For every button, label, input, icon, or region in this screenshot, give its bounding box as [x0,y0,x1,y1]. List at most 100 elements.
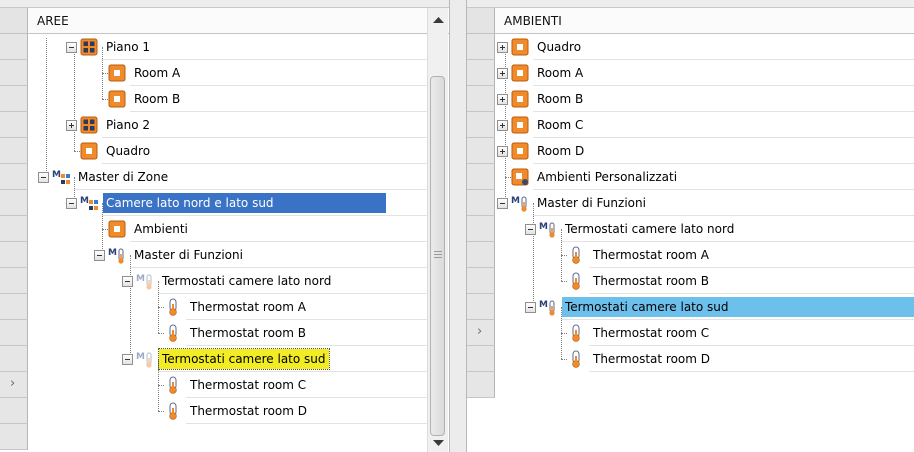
tree-node-thermostat-room-c[interactable]: Thermostat room C [150,372,309,398]
tree-row[interactable]: Ambienti [0,216,427,242]
tree-row[interactable]: Thermostat room A [467,242,914,268]
tree-node-thermostat-room-c[interactable]: Thermostat room C [553,320,712,346]
tree-node-label[interactable]: Piano 2 [103,115,153,135]
tree-node-ambienti-personalizzati[interactable]: Ambienti Personalizzati [497,164,680,190]
tree-node-quadro[interactable]: Quadro [66,138,153,164]
tree-row[interactable]: Room B [0,86,427,112]
collapse-minus-icon[interactable] [66,197,77,209]
tree-node-label[interactable]: Thermostat room D [590,349,713,369]
scroll-up-arrow-icon[interactable] [428,12,449,30]
tree-node-label[interactable]: Quadro [103,141,153,161]
tree-row[interactable]: M Master di Funzioni [467,190,914,216]
tree-node-thermostat-room-d[interactable]: Thermostat room D [553,346,713,372]
tree-node-label[interactable]: Thermostat room A [187,297,309,317]
vertical-scrollbar[interactable] [427,8,448,452]
tree-node-label[interactable]: Thermostat room B [590,271,712,291]
tree-node-room-a[interactable]: Room A [497,60,586,86]
tree-node-thermostat-room-b[interactable]: Thermostat room B [150,320,309,346]
tree-node-label[interactable]: Master di Funzioni [534,193,649,213]
tree-row[interactable]: M Termostati camere lato nord [0,268,427,294]
tree-node-room-b[interactable]: Room B [497,86,586,112]
scroll-down-arrow-icon[interactable] [428,434,449,452]
tree-row[interactable]: Thermostat room D [467,346,914,372]
tree-node-label[interactable]: Termostati camere lato sud [562,297,914,317]
tree-node-room-a[interactable]: Room A [94,60,183,86]
collapse-minus-icon[interactable] [94,249,105,261]
tree-row[interactable]: M Termostati camere lato sud [0,346,427,372]
tree-node-termostati-camere-lato-nord[interactable]: M Termostati camere lato nord [122,268,334,294]
tree-node-label[interactable]: Room C [534,115,586,135]
tree-node-master-di-funzioni[interactable]: M Master di Funzioni [94,242,246,268]
tree-row[interactable]: Thermostat room B [0,320,427,346]
ambienti-column-header[interactable]: AMBIENTI [467,8,914,34]
tree-row[interactable]: M Master di Zone [0,164,427,190]
tree-node-thermostat-room-b[interactable]: Thermostat room B [553,268,712,294]
tree-node-label[interactable]: Ambienti Personalizzati [534,167,680,187]
tree-row[interactable]: Room C [467,112,914,138]
tree-node-label[interactable]: Room B [534,89,586,109]
tree-node-label[interactable]: Master di Zone [75,167,171,187]
tree-row[interactable]: Piano 1 [0,34,427,60]
collapse-minus-icon[interactable] [525,301,536,313]
collapse-minus-icon[interactable] [525,223,536,235]
tree-node-label[interactable]: Room A [131,63,183,83]
collapse-minus-icon[interactable] [497,197,508,209]
tree-row[interactable]: M Termostati camere lato nord [467,216,914,242]
tree-node-label[interactable]: Termostati camere lato sud [158,348,330,370]
scrollbar-thumb[interactable] [430,76,445,436]
tree-node-label[interactable]: Camere lato nord e lato sud [103,193,386,213]
tree-row[interactable]: Thermostat room C [0,372,427,398]
tree-row[interactable]: Quadro [0,138,427,164]
expand-plus-icon[interactable] [497,145,508,157]
expand-plus-icon[interactable] [497,119,508,131]
tree-node-master-di-funzioni[interactable]: M Master di Funzioni [497,190,649,216]
tree-node-label[interactable]: Thermostat room C [590,323,712,343]
tree-node-label[interactable]: Ambienti [131,219,191,239]
tree-row[interactable]: Piano 2 [0,112,427,138]
tree-row[interactable]: Thermostat room A [0,294,427,320]
tree-node-room-c[interactable]: Room C [497,112,586,138]
tree-row[interactable]: Room B [467,86,914,112]
tree-node-thermostat-room-a[interactable]: Thermostat room A [553,242,712,268]
tree-node-label[interactable]: Termostati camere lato nord [159,271,334,291]
tree-row[interactable]: Thermostat room B [467,268,914,294]
tree-node-label[interactable]: Thermostat room B [187,323,309,343]
tree-node-camere-lato-nord-e-lato-sud[interactable]: M Camere lato nord e lato sud [66,190,386,216]
row-selector-cell[interactable] [467,372,495,398]
tree-row[interactable]: Ambienti Personalizzati [467,164,914,190]
tree-node-thermostat-room-d[interactable]: Thermostat room D [150,398,310,424]
collapse-minus-icon[interactable] [38,171,49,183]
expand-plus-icon[interactable] [497,41,508,53]
tree-node-label[interactable]: Master di Funzioni [131,245,246,265]
tree-node-label[interactable]: Thermostat room C [187,375,309,395]
tree-node-label[interactable]: Thermostat room A [590,245,712,265]
tree-node-thermostat-room-a[interactable]: Thermostat room A [150,294,309,320]
tree-node-ambienti[interactable]: Ambienti [94,216,191,242]
tree-node-label[interactable]: Room B [131,89,183,109]
tree-node-room-d[interactable]: Room D [497,138,587,164]
tree-row[interactable]: Room A [467,60,914,86]
tree-row[interactable]: M Camere lato nord e lato sud [0,190,427,216]
tree-row[interactable]: Room A [0,60,427,86]
header-select-cell[interactable] [0,8,28,33]
aree-column-header[interactable]: AREE [0,8,449,34]
tree-node-label[interactable]: Room D [534,141,587,161]
tree-node-termostati-camere-lato-sud[interactable]: M Termostati camere lato sud [122,346,330,372]
tree-row[interactable]: Quadro [467,34,914,60]
tree-node-piano-2[interactable]: Piano 2 [66,112,153,138]
tree-node-label[interactable]: Room A [534,63,586,83]
expand-plus-icon[interactable] [66,119,77,131]
tree-node-room-b[interactable]: Room B [94,86,183,112]
tree-node-piano-1[interactable]: Piano 1 [66,34,153,60]
tree-node-quadro[interactable]: Quadro [497,34,584,60]
tree-node-label[interactable]: Quadro [534,37,584,57]
tree-row[interactable]: Thermostat room D [0,398,427,424]
header-select-cell[interactable] [467,8,495,33]
tree-node-label[interactable]: Thermostat room D [187,401,310,421]
tree-node-termostati-camere-lato-nord[interactable]: M Termostati camere lato nord [525,216,737,242]
expand-plus-icon[interactable] [497,93,508,105]
tree-row[interactable]: M Master di Funzioni [0,242,427,268]
collapse-minus-icon[interactable] [122,353,133,365]
panel-splitter[interactable] [450,0,466,452]
tree-node-label[interactable]: Piano 1 [103,37,153,57]
